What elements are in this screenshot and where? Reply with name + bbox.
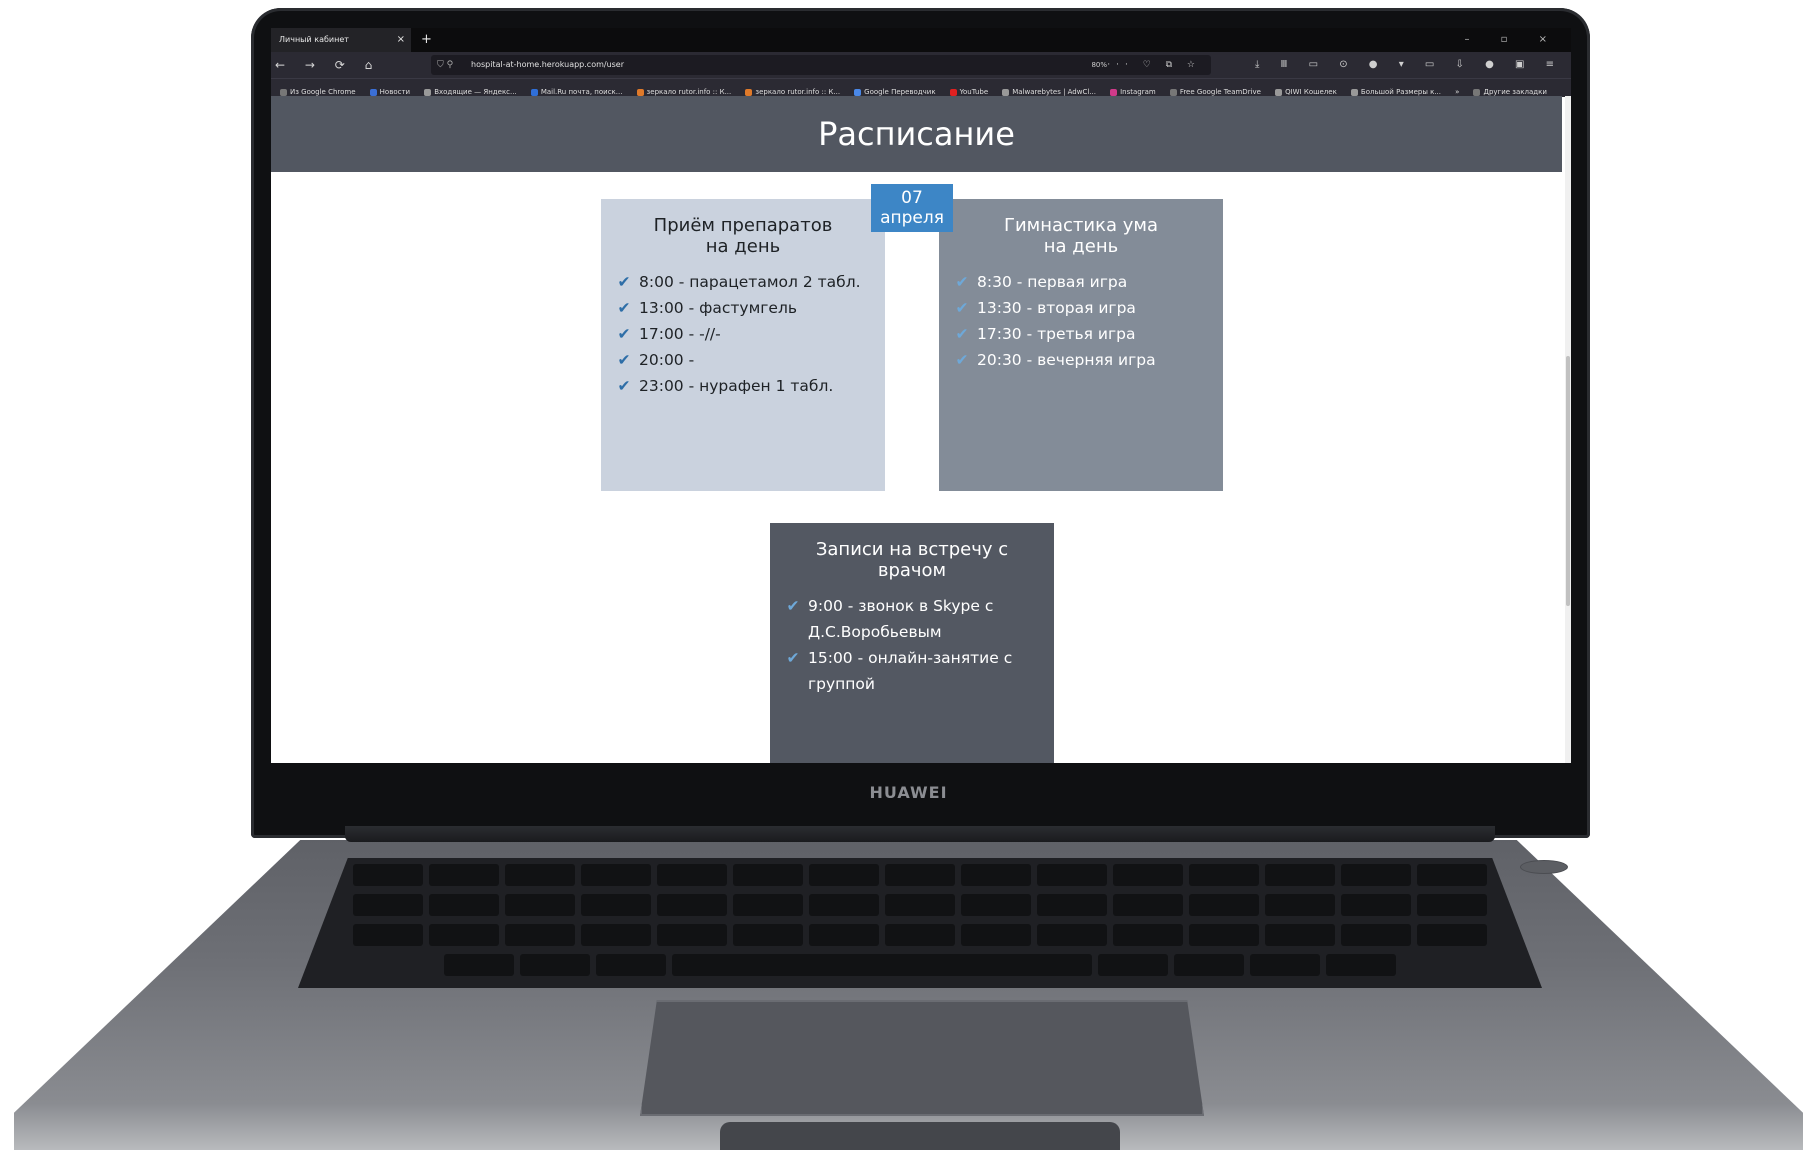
- laptop-hinge: [345, 826, 1495, 842]
- list-item: ✔ 15:00 - онлайн-занятие с группой: [784, 645, 1040, 697]
- tab-bar: Личный кабинет × + – ▫ ×: [271, 28, 1571, 52]
- bookmark-item[interactable]: Большой Размеры к...: [1350, 83, 1441, 97]
- list-item: ✔ 17:30 - третья игра: [953, 321, 1209, 347]
- page-title: Расписание: [271, 96, 1562, 172]
- key-row: [298, 924, 1542, 946]
- key-row: [298, 894, 1542, 916]
- list-item: ✔ 9:00 - звонок в Skype с Д.С.Воробьевым: [784, 593, 1040, 645]
- check-icon: ✔: [955, 273, 969, 291]
- bookmark-item[interactable]: Из Google Chrome: [280, 83, 356, 97]
- screen: Личный кабинет × + – ▫ × ← → ⟳ ⌂ ⛉ ⚲ hos…: [271, 28, 1571, 763]
- check-icon: ✔: [955, 299, 969, 317]
- list-item: ✔ 13:00 - фастумгель: [615, 295, 871, 321]
- tab-close-icon[interactable]: ×: [397, 28, 405, 52]
- bookmark-item[interactable]: Free Google TeamDrive: [1169, 83, 1261, 97]
- list-item: ✔ 23:00 - нурафен 1 табл.: [615, 373, 871, 399]
- list-item: ✔ 17:00 - -//-: [615, 321, 871, 347]
- power-button: [1520, 860, 1568, 874]
- date-badge: 07 апреля: [871, 184, 953, 232]
- bookmark-item[interactable]: Новости: [369, 83, 410, 97]
- toolbar-icons[interactable]: ⤓ Ⅲ ▭ ⊙ ● ▾ ▭ ⇩ ● ▣ ≡: [1255, 52, 1563, 78]
- card-title: Приём препаратов на день: [653, 215, 833, 257]
- scrollbar[interactable]: [1565, 96, 1571, 763]
- list-item: ✔ 8:30 - первая игра: [953, 269, 1209, 295]
- check-icon: ✔: [617, 325, 631, 343]
- date-day: 07: [901, 188, 923, 208]
- list-item: ✔ 20:00 -: [615, 347, 871, 373]
- list-item: ✔ 8:00 - парацетамол 2 табл.: [615, 269, 871, 295]
- zoom-level[interactable]: 80%: [1091, 55, 1107, 75]
- browser-tab[interactable]: Личный кабинет ×: [271, 28, 411, 52]
- bookmark-item[interactable]: YouTube: [949, 83, 988, 97]
- bookmarks-overflow[interactable]: »: [1455, 83, 1459, 97]
- scrollbar-thumb[interactable]: [1566, 356, 1570, 606]
- key-row: [298, 954, 1542, 976]
- check-icon: ✔: [955, 351, 969, 369]
- trackpad: [640, 1000, 1204, 1116]
- key-row: [298, 864, 1542, 886]
- bookmark-item[interactable]: Instagram: [1110, 83, 1156, 97]
- medications-card: Приём препаратов на день ✔ 8:00 - парацет…: [601, 199, 885, 491]
- list-item: ✔ 20:30 - вечерняя игра: [953, 347, 1209, 373]
- doctor-appointments-card: Записи на встречу с врачом ✔ 9:00 - звоно…: [770, 523, 1054, 763]
- shield-icon: ⛉ ⚲: [437, 60, 454, 70]
- date-month: апреля: [880, 208, 944, 228]
- bookmark-item[interactable]: Malwarebytes | AdwCl...: [1002, 83, 1096, 97]
- tab-title: Личный кабинет: [279, 35, 349, 44]
- bookmark-item[interactable]: зеркало rutor.info :: К...: [745, 83, 840, 97]
- nav-bar: ← → ⟳ ⌂ ⛉ ⚲ hospital-at-home.herokuapp.c…: [271, 52, 1571, 78]
- schedule-list: ✔ 8:30 - первая игра ✔ 13:30 - вторая игра…: [953, 269, 1209, 373]
- card-title: Гимнастика ума на день: [1003, 215, 1159, 257]
- check-icon: ✔: [786, 649, 800, 667]
- schedule-list: ✔ 9:00 - звонок в Skype с Д.С.Воробьевым …: [784, 593, 1040, 697]
- schedule-list: ✔ 8:00 - парацетамол 2 табл. ✔ 13:00 - фас…: [615, 269, 871, 399]
- list-item: ✔ 13:30 - вторая игра: [953, 295, 1209, 321]
- url-action-icons[interactable]: ··· ♡ ⧉ ☆: [1107, 55, 1201, 75]
- window-controls[interactable]: – ▫ ×: [1464, 28, 1561, 52]
- bookmark-item[interactable]: Mail.Ru почта, поиск...: [530, 83, 622, 97]
- new-tab-button[interactable]: +: [421, 28, 432, 52]
- bookmark-item[interactable]: QIWI Кошелек: [1275, 83, 1337, 97]
- check-icon: ✔: [955, 325, 969, 343]
- check-icon: ✔: [617, 273, 631, 291]
- check-icon: ✔: [617, 299, 631, 317]
- check-icon: ✔: [786, 597, 800, 615]
- bookmark-item[interactable]: Google Переводчик: [854, 83, 936, 97]
- check-icon: ✔: [617, 377, 631, 395]
- laptop-notch: [720, 1122, 1120, 1150]
- card-title: Записи на встречу с врачом: [815, 539, 1009, 581]
- url-text[interactable]: hospital-at-home.herokuapp.com/user: [471, 55, 624, 75]
- bookmarks-bar: Из Google Chrome Новости Входящие — Янде…: [271, 78, 1571, 97]
- bookmark-item[interactable]: зеркало rutor.info :: К...: [636, 83, 731, 97]
- navigation-icons[interactable]: ← → ⟳ ⌂: [275, 52, 380, 78]
- brand-label: HUAWEI: [869, 783, 948, 802]
- bookmark-item[interactable]: Входящие — Яндекс...: [424, 83, 517, 97]
- brain-exercises-card: Гимнастика ума на день ✔ 8:30 - первая иг…: [939, 199, 1223, 491]
- check-icon: ✔: [617, 351, 631, 369]
- url-bar[interactable]: ⛉ ⚲ hospital-at-home.herokuapp.com/user …: [431, 55, 1211, 75]
- other-bookmarks[interactable]: Другие закладки: [1473, 83, 1547, 97]
- keyboard: [298, 858, 1542, 988]
